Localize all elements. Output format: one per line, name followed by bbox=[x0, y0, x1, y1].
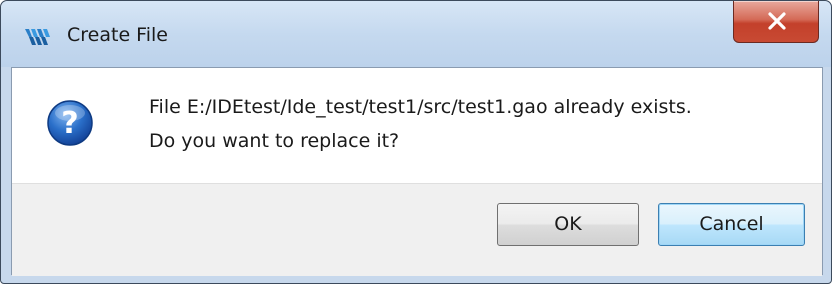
create-file-dialog: Create File ? File E:/IDEtest/Ide_test/t… bbox=[0, 0, 832, 284]
gowin-logo-icon bbox=[25, 25, 51, 47]
close-button[interactable] bbox=[733, 1, 819, 43]
close-x-icon bbox=[768, 12, 786, 30]
cancel-button[interactable]: Cancel bbox=[658, 203, 805, 246]
title-bar[interactable]: Create File bbox=[1, 1, 831, 67]
message-line-1: File E:/IDEtest/Ide_test/test1/src/test1… bbox=[149, 96, 692, 118]
ok-button[interactable]: OK bbox=[497, 203, 639, 246]
window-title: Create File bbox=[67, 24, 168, 46]
question-icon: ? bbox=[46, 99, 94, 147]
message-area: ? File E:/IDEtest/Ide_test/test1/src/tes… bbox=[12, 68, 822, 183]
dialog-content: ? File E:/IDEtest/Ide_test/test1/src/tes… bbox=[11, 67, 823, 276]
svg-text:?: ? bbox=[61, 106, 78, 141]
dialog-message: File E:/IDEtest/Ide_test/test1/src/test1… bbox=[149, 90, 692, 158]
message-line-2: Do you want to replace it? bbox=[149, 130, 400, 152]
button-area: OK Cancel bbox=[12, 183, 822, 276]
